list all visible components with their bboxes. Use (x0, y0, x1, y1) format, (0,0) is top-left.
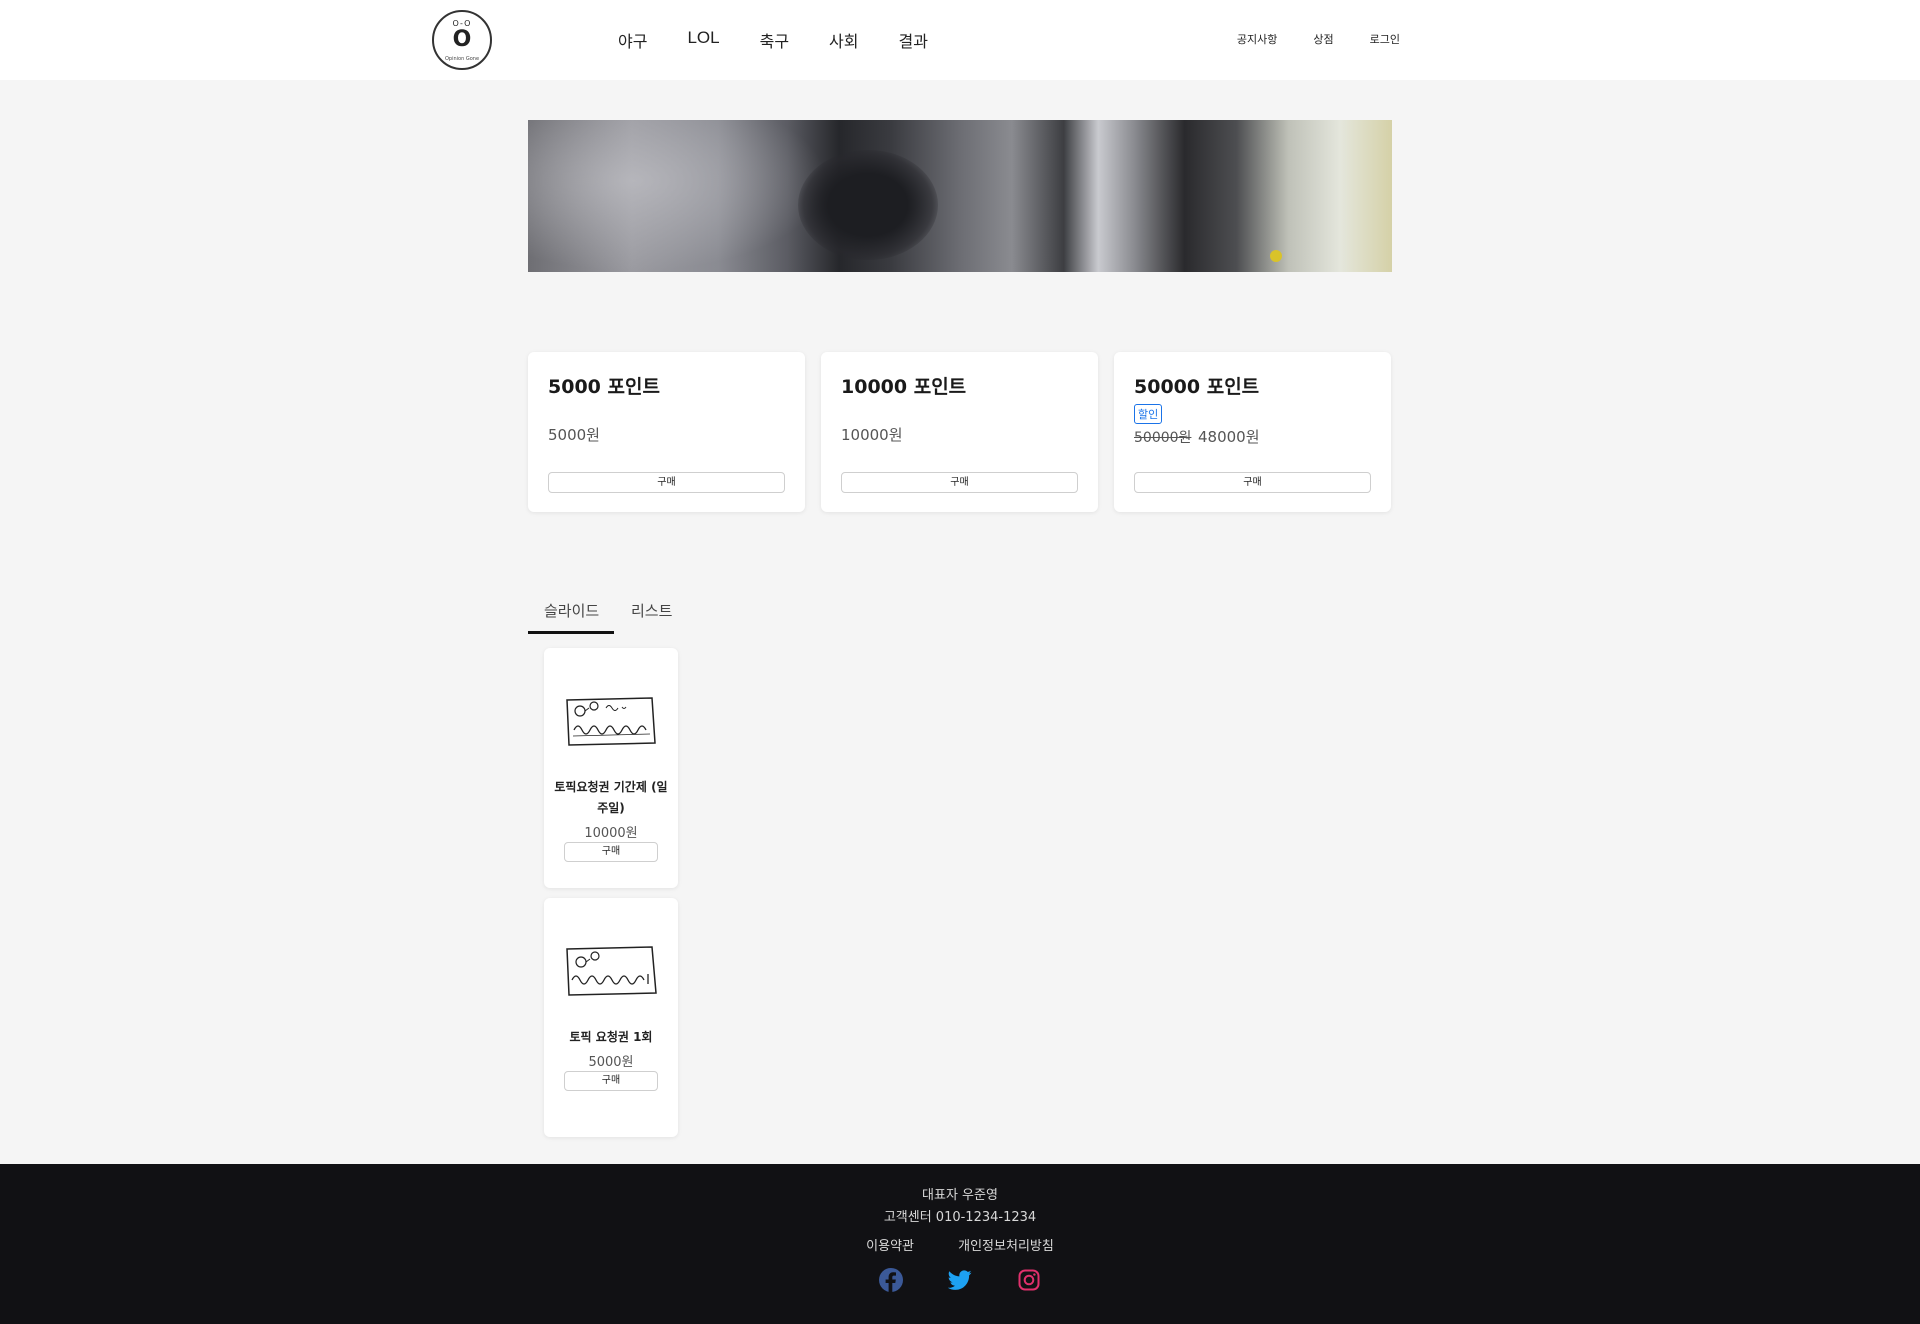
facebook-icon[interactable] (879, 1268, 903, 1292)
banner-yellow-dot (1270, 250, 1282, 262)
point-cards: 5000 포인트 5000원 구매 10000 포인트 10000원 구매 50… (528, 352, 1391, 512)
site-header: O-O O Opinion Gone 야구 LOL 축구 사회 결과 공지사항 … (0, 0, 1920, 80)
banner-image (528, 120, 1392, 272)
footer-ceo: 대표자 우준영 (922, 1188, 998, 1203)
nav-soccer[interactable]: 축구 (760, 28, 789, 52)
item-name: 토픽요청권 기간제 (일주일) (554, 780, 668, 815)
util-nav: 공지사항 상점 로그인 (1201, 31, 1400, 47)
point-card: 50000 포인트 할인 50000원 48000원 구매 (1114, 352, 1391, 512)
buy-button[interactable]: 구매 (548, 472, 785, 493)
main-nav: 야구 LOL 축구 사회 결과 (618, 28, 968, 52)
logo-letter: O (452, 27, 472, 52)
point-card-price: 5000원 (548, 426, 600, 444)
banner-fur (528, 120, 828, 272)
point-card-title: 10000 포인트 (841, 376, 967, 398)
buy-button[interactable]: 구매 (841, 472, 1078, 493)
logo-caption: Opinion Gone (444, 56, 480, 62)
discount-price: 48000원 (1198, 428, 1260, 446)
site-logo[interactable]: O-O O Opinion Gone (432, 10, 492, 70)
tab-slide[interactable]: 슬라이드 (544, 600, 599, 621)
item-price: 5000원 (588, 1055, 634, 1070)
point-card: 10000 포인트 10000원 구매 (821, 352, 1098, 512)
discount-badge: 할인 (1134, 404, 1163, 424)
shop-link[interactable]: 상점 (1313, 31, 1333, 47)
tab-list[interactable]: 리스트 (631, 600, 672, 621)
point-card-price: 10000원 (841, 426, 903, 444)
notice-link[interactable]: 공지사항 (1237, 31, 1277, 47)
instagram-icon[interactable] (1017, 1268, 1041, 1292)
nav-results[interactable]: 결과 (899, 28, 928, 52)
item-price: 10000원 (584, 826, 638, 841)
twitter-icon[interactable] (948, 1268, 972, 1292)
point-card-title: 5000 포인트 (548, 376, 660, 398)
site-footer: 대표자 우준영 고객센터 010-1234-1234 이용약관 개인정보처리방침 (0, 1164, 1920, 1324)
terms-link[interactable]: 이용약관 (866, 1239, 914, 1254)
active-tab-indicator (528, 631, 614, 634)
banner-dog-nose (798, 150, 938, 260)
social-icons (879, 1268, 1041, 1292)
nav-lol[interactable]: LOL (687, 28, 719, 52)
item-name: 토픽 요청권 1회 (569, 1030, 653, 1044)
buy-button[interactable]: 구매 (1134, 472, 1371, 493)
footer-customer-center: 고객센터 010-1234-1234 (883, 1210, 1037, 1225)
buy-button[interactable]: 구매 (564, 1071, 658, 1091)
nav-baseball[interactable]: 야구 (618, 28, 647, 52)
view-tabs: 슬라이드 리스트 (528, 600, 1228, 635)
item-thumbnail (566, 946, 657, 996)
buy-button[interactable]: 구매 (564, 842, 658, 862)
item-thumbnail (566, 697, 656, 746)
login-link[interactable]: 로그인 (1370, 31, 1400, 47)
point-card: 5000 포인트 5000원 구매 (528, 352, 805, 512)
privacy-link[interactable]: 개인정보처리방침 (958, 1239, 1054, 1254)
original-price: 50000원 (1134, 430, 1192, 446)
nav-society[interactable]: 사회 (829, 28, 858, 52)
item-card: 토픽 요청권 1회 5000원 구매 (544, 898, 678, 1137)
footer-links: 이용약관 개인정보처리방침 (0, 1235, 1920, 1254)
item-card: 토픽요청권 기간제 (일주일) 10000원 구매 (544, 648, 678, 888)
point-card-title: 50000 포인트 (1134, 376, 1260, 398)
